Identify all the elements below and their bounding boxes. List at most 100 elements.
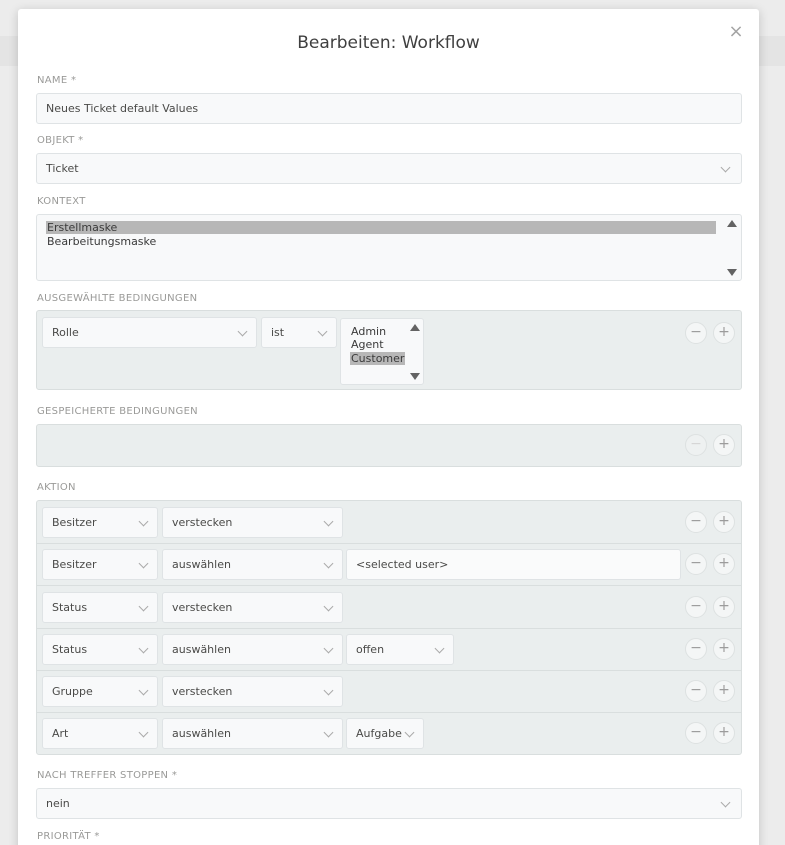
add-action-button[interactable]: + <box>713 638 735 660</box>
action-attribute-value: Besitzer <box>52 516 97 529</box>
action-attribute-value: Gruppe <box>52 685 93 698</box>
chevron-down-icon <box>323 643 334 654</box>
action-operation-value: auswählen <box>172 727 231 740</box>
chevron-down-icon <box>138 601 149 612</box>
condition-operator-select[interactable]: ist <box>261 317 337 348</box>
action-attribute-value: Status <box>52 643 88 656</box>
chevron-down-icon <box>323 558 334 569</box>
remove-action-button[interactable]: − <box>685 680 707 702</box>
workflow-modal: Bearbeiten: Workflow × Name * Neues Tick… <box>18 9 759 845</box>
condition-attribute-select[interactable]: Rolle <box>42 317 257 348</box>
chevron-down-icon <box>404 727 415 738</box>
action-operation-select[interactable]: verstecken <box>162 507 343 538</box>
remove-action-button[interactable]: − <box>685 511 707 533</box>
action-value-select[interactable]: offen <box>346 634 454 665</box>
action-value-select[interactable]: Aufgabe <box>346 718 424 749</box>
chevron-down-icon <box>720 162 731 173</box>
name-label: Name * <box>37 75 77 86</box>
context-label: Kontext <box>37 196 86 207</box>
action-attribute-select[interactable]: Besitzer <box>42 549 158 580</box>
action-operation-value: verstecken <box>172 685 233 698</box>
action-attribute-select[interactable]: Besitzer <box>42 507 158 538</box>
close-icon[interactable]: × <box>727 23 745 41</box>
stop-on-match-select[interactable]: nein <box>36 788 742 819</box>
action-attribute-select[interactable]: Art <box>42 718 158 749</box>
action-operation-value: auswählen <box>172 643 231 656</box>
saved-conditions-label: Gespeicherte Bedingungen <box>37 406 198 417</box>
chevron-down-icon <box>138 516 149 527</box>
remove-saved-condition-button[interactable]: − <box>685 434 707 456</box>
chevron-down-icon <box>323 685 334 696</box>
action-value-input[interactable]: <selected user> <box>346 549 681 580</box>
add-action-button[interactable]: + <box>713 722 735 744</box>
action-operation-select[interactable]: verstecken <box>162 676 343 707</box>
action-panel: Besitzer verstecken − + Besitzer auswähl… <box>36 500 742 755</box>
chevron-down-icon <box>720 797 731 808</box>
chevron-down-icon <box>138 685 149 696</box>
add-action-button[interactable]: + <box>713 680 735 702</box>
action-attribute-value: Status <box>52 601 88 614</box>
action-value: offen <box>356 643 385 656</box>
action-operation-select[interactable]: verstecken <box>162 592 343 623</box>
saved-conditions-panel: − + <box>36 424 742 467</box>
condition-operator-value: ist <box>271 326 285 339</box>
action-attribute-select[interactable]: Status <box>42 592 158 623</box>
row-divider <box>37 543 741 544</box>
chevron-down-icon <box>138 558 149 569</box>
action-operation-select[interactable]: auswählen <box>162 634 343 665</box>
remove-action-button[interactable]: − <box>685 722 707 744</box>
row-divider <box>37 628 741 629</box>
row-divider <box>37 712 741 713</box>
add-action-button[interactable]: + <box>713 596 735 618</box>
scroll-down-icon[interactable] <box>410 373 420 380</box>
add-action-button[interactable]: + <box>713 553 735 575</box>
priority-label: Priorität * <box>37 831 100 842</box>
chevron-down-icon <box>323 516 334 527</box>
chevron-down-icon <box>323 601 334 612</box>
action-attribute-select[interactable]: Gruppe <box>42 676 158 707</box>
context-option-erstellmaske[interactable]: Erstellmaske <box>46 221 716 234</box>
object-select[interactable]: Ticket <box>36 153 742 184</box>
selected-conditions-label: Ausgewählte Bedingungen <box>37 293 198 304</box>
action-operation-value: verstecken <box>172 601 233 614</box>
object-label: Objekt * <box>37 135 84 146</box>
action-attribute-value: Besitzer <box>52 558 97 571</box>
action-label: Aktion <box>37 482 76 493</box>
selected-conditions-panel: Rolle ist Admin Agent Customer − + <box>36 310 742 390</box>
action-operation-select[interactable]: auswählen <box>162 718 343 749</box>
stop-on-match-value: nein <box>46 797 70 810</box>
action-operation-value: verstecken <box>172 516 233 529</box>
remove-action-button[interactable]: − <box>685 553 707 575</box>
action-operation-select[interactable]: auswählen <box>162 549 343 580</box>
chevron-down-icon <box>434 643 445 654</box>
condition-attribute-value: Rolle <box>52 326 79 339</box>
remove-condition-button[interactable]: − <box>685 322 707 344</box>
add-action-button[interactable]: + <box>713 511 735 533</box>
modal-title: Bearbeiten: Workflow <box>297 33 480 53</box>
remove-action-button[interactable]: − <box>685 596 707 618</box>
scroll-down-icon[interactable] <box>727 269 737 276</box>
row-divider <box>37 585 741 586</box>
condition-values-listbox[interactable]: Admin Agent Customer <box>340 318 424 385</box>
chevron-down-icon <box>237 326 248 337</box>
condition-option-agent[interactable]: Agent <box>350 338 385 351</box>
context-option-bearbeitungsmaske[interactable]: Bearbeitungsmaske <box>46 235 157 248</box>
action-attribute-select[interactable]: Status <box>42 634 158 665</box>
action-operation-value: auswählen <box>172 558 231 571</box>
chevron-down-icon <box>317 326 328 337</box>
add-saved-condition-button[interactable]: + <box>713 434 735 456</box>
condition-option-admin[interactable]: Admin <box>350 325 387 338</box>
name-input[interactable]: Neues Ticket default Values <box>36 93 742 124</box>
remove-action-button[interactable]: − <box>685 638 707 660</box>
action-attribute-value: Art <box>52 727 69 740</box>
action-value: Aufgabe <box>356 727 402 740</box>
stop-on-match-label: Nach Treffer stoppen * <box>37 770 178 781</box>
chevron-down-icon <box>138 643 149 654</box>
condition-option-customer[interactable]: Customer <box>350 352 406 365</box>
scroll-up-icon[interactable] <box>727 220 737 227</box>
scroll-up-icon[interactable] <box>410 324 420 331</box>
context-listbox[interactable]: Erstellmaske Bearbeitungsmaske <box>36 214 742 281</box>
object-select-value: Ticket <box>46 162 79 175</box>
chevron-down-icon <box>323 727 334 738</box>
add-condition-button[interactable]: + <box>713 322 735 344</box>
